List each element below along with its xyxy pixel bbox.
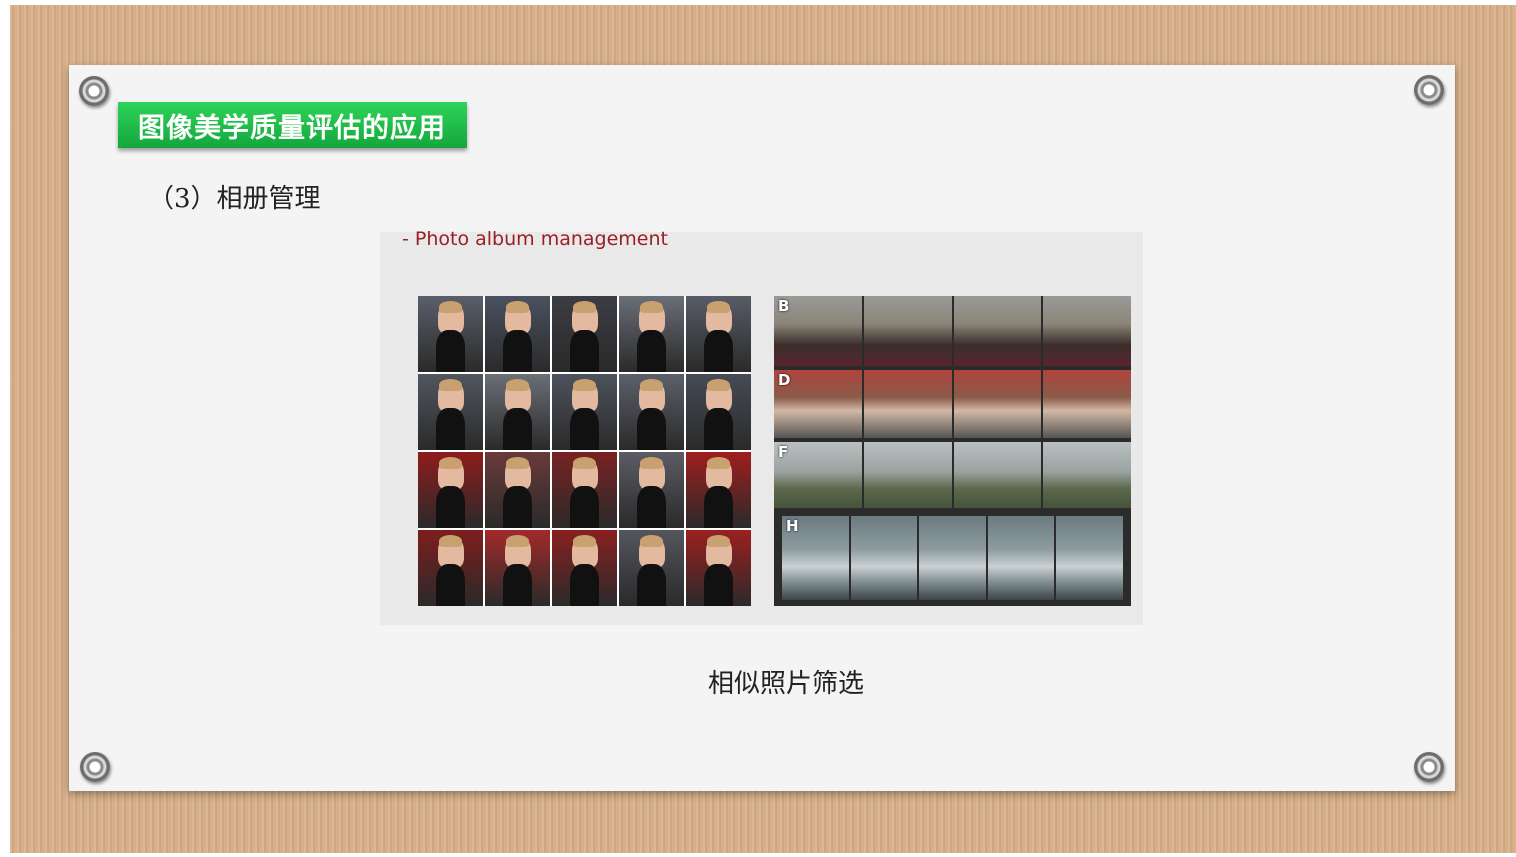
photo-tile xyxy=(863,442,952,508)
portrait-thumbnail xyxy=(552,296,617,372)
section-subtitle: （3）相册管理 xyxy=(148,184,321,214)
photo-tile xyxy=(953,442,1042,508)
photo-strip: F xyxy=(774,442,1131,508)
portrait-thumbnail xyxy=(552,452,617,528)
portrait-thumbnail xyxy=(485,452,550,528)
photo-tile xyxy=(1043,296,1131,366)
portrait-thumbnail xyxy=(418,452,483,528)
photo-tile xyxy=(850,516,918,600)
similar-portrait-grid xyxy=(418,296,751,606)
portrait-thumbnail xyxy=(552,374,617,450)
portrait-thumbnail xyxy=(418,296,483,372)
slide-title-text: 图像美学质量评估的应用 xyxy=(138,112,446,144)
photo-tile xyxy=(953,370,1042,438)
portrait-thumbnail xyxy=(686,374,751,450)
strip-label: F xyxy=(778,443,789,461)
photo-tile xyxy=(863,296,952,366)
pin-icon-top-left xyxy=(79,76,109,106)
strip-label: D xyxy=(778,371,791,389)
bottom-caption: 相似照片筛选 xyxy=(708,669,865,699)
portrait-thumbnail xyxy=(485,296,550,372)
photo-strip: H xyxy=(782,516,1123,600)
portrait-thumbnail xyxy=(686,296,751,372)
pin-icon-bottom-right xyxy=(1414,752,1444,782)
portrait-thumbnail xyxy=(619,374,684,450)
portrait-thumbnail xyxy=(485,374,550,450)
photo-album-figure: - Photo album management B D F H xyxy=(380,228,1143,625)
photo-tile xyxy=(1043,442,1131,508)
slide-title: 图像美学质量评估的应用 xyxy=(118,102,467,148)
figure-caption: - Photo album management xyxy=(402,228,668,250)
photo-tile xyxy=(1043,370,1131,438)
photo-strip-group: B D F H xyxy=(774,296,1131,606)
photo-tile xyxy=(919,516,986,600)
portrait-thumbnail xyxy=(485,530,550,606)
portrait-thumbnail xyxy=(619,296,684,372)
strip-label: H xyxy=(786,517,799,535)
portrait-thumbnail xyxy=(686,452,751,528)
portrait-thumbnail xyxy=(619,452,684,528)
portrait-thumbnail xyxy=(418,530,483,606)
photo-tile xyxy=(987,516,1055,600)
portrait-thumbnail xyxy=(619,530,684,606)
strip-label: B xyxy=(778,297,790,315)
portrait-thumbnail xyxy=(418,374,483,450)
photo-strip: B xyxy=(774,296,1131,366)
photo-strip: D xyxy=(774,370,1131,438)
portrait-thumbnail xyxy=(552,530,617,606)
pin-icon-bottom-left xyxy=(80,752,110,782)
photo-tile xyxy=(953,296,1042,366)
pin-icon-top-right xyxy=(1414,75,1444,105)
photo-tile xyxy=(863,370,952,438)
photo-tile xyxy=(1056,516,1123,600)
portrait-thumbnail xyxy=(686,530,751,606)
